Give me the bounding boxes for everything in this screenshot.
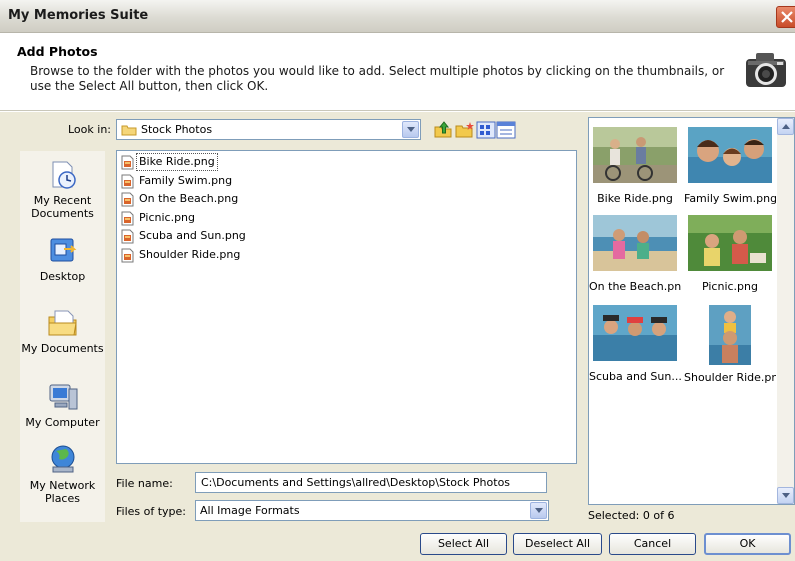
- thumbnail-family-swim[interactable]: Family Swim.png: [684, 127, 776, 205]
- thumbnail-scuba-and-sun[interactable]: Scuba and Sun....: [589, 305, 681, 383]
- places-item-my-documents[interactable]: My Documents: [20, 307, 105, 355]
- thumbnails-view-icon[interactable]: [476, 121, 496, 139]
- places-item-desktop[interactable]: Desktop: [20, 235, 105, 283]
- file-name-text: Shoulder Ride.png: [139, 248, 241, 261]
- my-documents-icon: [48, 310, 77, 336]
- file-name-text: Family Swim.png: [139, 174, 233, 187]
- thumbnail-scrollbar[interactable]: [777, 118, 794, 504]
- places-label: My Documents: [21, 342, 104, 355]
- file-type-label: Files of type:: [116, 505, 187, 518]
- png-file-icon: [121, 155, 134, 170]
- my-computer-icon: [49, 384, 77, 410]
- window-title: My Memories Suite: [8, 8, 149, 23]
- details-view-icon[interactable]: [496, 121, 516, 139]
- close-button[interactable]: [776, 6, 795, 28]
- photo-thumbnail: [709, 305, 751, 365]
- look-in-label: Look in:: [68, 123, 111, 136]
- thumbnail-caption: Family Swim.png: [684, 192, 776, 205]
- photo-thumbnail: [688, 127, 772, 183]
- thumbnail-caption: On the Beach.png: [589, 280, 681, 293]
- network-places-icon: [51, 445, 74, 473]
- thumbnail-caption: Picnic.png: [701, 280, 758, 293]
- places-item-my-computer[interactable]: My Computer: [20, 381, 105, 429]
- png-file-icon: [121, 192, 134, 207]
- file-type-dropdown-arrow[interactable]: [530, 502, 547, 519]
- thumbnail-caption: Scuba and Sun....: [589, 370, 681, 383]
- title-bar: My Memories Suite: [0, 0, 795, 33]
- look-in-dropdown[interactable]: Stock Photos: [116, 119, 421, 140]
- file-list[interactable]: Bike Ride.png Family Swim.png On the Bea…: [116, 150, 577, 464]
- png-file-icon: [121, 174, 134, 189]
- photo-thumbnail: [593, 305, 677, 361]
- desktop-icon: [50, 238, 76, 262]
- places-item-network[interactable]: My Network Places: [20, 444, 105, 505]
- up-folder-icon[interactable]: [433, 121, 453, 139]
- close-icon: [781, 11, 793, 23]
- thumbnail-shoulder-ride[interactable]: Shoulder Ride.png: [684, 305, 776, 384]
- file-name-text: Bike Ride.png: [136, 153, 218, 171]
- scroll-down-button[interactable]: [777, 487, 794, 504]
- folder-icon: [121, 125, 137, 136]
- cancel-button[interactable]: Cancel: [609, 533, 696, 555]
- deselect-all-button[interactable]: Deselect All: [513, 533, 602, 555]
- png-file-icon: [121, 211, 134, 226]
- photo-thumbnail: [593, 127, 677, 183]
- thumbnail-pane[interactable]: Bike Ride.png Family Swim.png On the Bea…: [588, 117, 795, 505]
- ok-button[interactable]: OK: [704, 533, 791, 555]
- file-name-text: On the Beach.png: [139, 192, 239, 205]
- places-bar: My Recent Documents Desktop My Documents…: [20, 151, 105, 522]
- file-type-value: All Image Formats: [200, 504, 300, 517]
- new-folder-icon[interactable]: [455, 121, 475, 139]
- selection-status: Selected: 0 of 6: [588, 509, 675, 522]
- chevron-down-icon: [407, 127, 415, 132]
- dialog-header: Add Photos Browse to the folder with the…: [0, 34, 795, 111]
- thumbnail-caption: Shoulder Ride.png: [684, 371, 776, 384]
- look-in-value: Stock Photos: [141, 123, 213, 136]
- thumbnail-picnic[interactable]: Picnic.png: [684, 215, 776, 293]
- chevron-down-icon: [782, 493, 790, 498]
- dialog-heading: Add Photos: [17, 44, 98, 59]
- file-name-label: File name:: [116, 477, 173, 490]
- thumbnail-on-the-beach[interactable]: On the Beach.png: [589, 215, 681, 293]
- places-item-recent[interactable]: My Recent Documents: [20, 159, 105, 220]
- thumbnail-caption: Bike Ride.png: [597, 192, 673, 205]
- file-name-text: Scuba and Sun.png: [139, 229, 246, 242]
- file-name-field[interactable]: C:\Documents and Settings\allred\Desktop…: [195, 472, 547, 493]
- select-all-button[interactable]: Select All: [420, 533, 507, 555]
- file-name-text: Picnic.png: [139, 211, 196, 224]
- chevron-down-icon: [535, 508, 543, 513]
- camera-icon: [746, 53, 786, 87]
- places-label: Desktop: [39, 270, 86, 283]
- file-type-dropdown[interactable]: All Image Formats: [195, 500, 549, 521]
- places-label: My Network Places: [29, 479, 96, 505]
- scroll-up-button[interactable]: [777, 118, 794, 135]
- photo-thumbnail: [593, 215, 677, 271]
- look-in-dropdown-arrow[interactable]: [402, 121, 419, 138]
- png-file-icon: [121, 248, 134, 263]
- file-name-value: C:\Documents and Settings\allred\Desktop…: [201, 476, 511, 489]
- dialog-description: Browse to the folder with the photos you…: [30, 64, 725, 93]
- chevron-up-icon: [782, 124, 790, 129]
- places-label: My Computer: [25, 416, 100, 429]
- png-file-icon: [121, 229, 134, 244]
- photo-thumbnail: [688, 215, 772, 271]
- places-label: My Recent Documents: [31, 194, 94, 220]
- thumbnail-bike-ride[interactable]: Bike Ride.png: [589, 127, 681, 205]
- recent-documents-icon: [52, 161, 76, 189]
